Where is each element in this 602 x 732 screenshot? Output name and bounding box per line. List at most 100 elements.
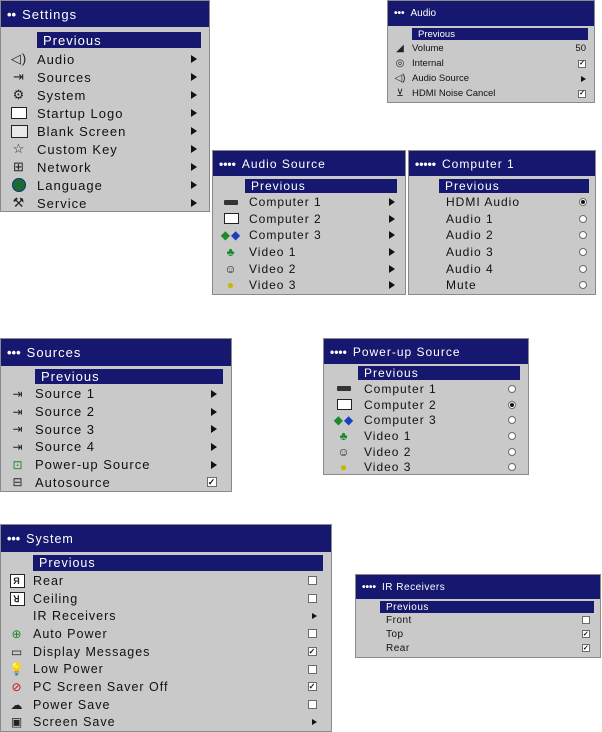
system-item-auto-power[interactable]: ⊕ Auto Power bbox=[1, 625, 331, 643]
audio-source-item-video-2[interactable]: ☺ Video 2 bbox=[213, 260, 405, 277]
system-item-rear[interactable]: Я Rear bbox=[1, 572, 331, 590]
rear-checkbox[interactable] bbox=[308, 576, 317, 586]
radio-unselected[interactable] bbox=[579, 248, 587, 257]
system-title-bar: ••• System bbox=[1, 525, 331, 552]
settings-item-startup-logo[interactable]: Startup Logo bbox=[1, 104, 209, 122]
sources-item-source-3[interactable]: ⇥ Source 3 bbox=[1, 420, 231, 438]
audio-source-item-computer-3[interactable]: ◆ ◆ Computer 3 bbox=[213, 227, 405, 244]
computer-1-option-mute[interactable]: Mute bbox=[409, 277, 595, 294]
radio-unselected[interactable] bbox=[579, 214, 587, 223]
power-up-option-video-3[interactable]: ● Video 3 bbox=[324, 459, 528, 475]
radio-unselected[interactable] bbox=[508, 447, 516, 456]
radio-unselected[interactable] bbox=[579, 281, 587, 290]
computer-1-option-hdmi-audio[interactable]: HDMI Audio bbox=[409, 194, 595, 211]
item-label: Internal bbox=[412, 58, 444, 69]
power-up-option-computer-1[interactable]: Computer 1 bbox=[324, 381, 528, 397]
computer-1-option-audio-2[interactable]: Audio 2 bbox=[409, 227, 595, 244]
settings-item-sources[interactable]: ⇥ Sources bbox=[1, 68, 209, 86]
previous-button[interactable]: Previous bbox=[358, 366, 520, 380]
ir-item-rear[interactable]: Rear ✓ bbox=[356, 641, 600, 655]
audio-item-internal[interactable]: ◎ Internal ✓ bbox=[388, 56, 594, 71]
logo-icon bbox=[1, 104, 37, 122]
auto-power-checkbox[interactable] bbox=[308, 629, 317, 639]
radio-unselected[interactable] bbox=[579, 264, 587, 273]
audio-source-item-computer-2[interactable]: Computer 2 bbox=[213, 211, 405, 228]
sources-item-source-2[interactable]: ⇥ Source 2 bbox=[1, 403, 231, 421]
display-messages-checkbox[interactable]: ✓ bbox=[308, 647, 317, 657]
radio-selected[interactable] bbox=[579, 198, 587, 207]
radio-unselected[interactable] bbox=[508, 431, 516, 440]
audio-item-volume[interactable]: ◢ Volume 50 bbox=[388, 41, 594, 56]
front-checkbox[interactable] bbox=[582, 616, 590, 624]
item-label: Video 2 bbox=[364, 444, 412, 459]
autosource-checkbox[interactable]: ✓ bbox=[207, 477, 217, 488]
audio-source-item-computer-1[interactable]: Computer 1 bbox=[213, 194, 405, 211]
top-checkbox[interactable]: ✓ bbox=[582, 630, 590, 638]
system-item-ir-receivers[interactable]: IR Receivers bbox=[1, 607, 331, 625]
hdmi-noise-cancel-checkbox[interactable]: ✓ bbox=[578, 89, 586, 98]
computer-1-option-audio-1[interactable]: Audio 1 bbox=[409, 211, 595, 228]
sources-item-source-1[interactable]: ⇥ Source 1 bbox=[1, 385, 231, 403]
rear-checkbox[interactable]: ✓ bbox=[582, 644, 590, 652]
settings-item-blank-screen[interactable]: Blank Screen bbox=[1, 122, 209, 140]
settings-item-audio[interactable]: ◁) Audio bbox=[1, 50, 209, 68]
menu-depth-dots: •••• bbox=[330, 344, 347, 359]
radio-unselected[interactable] bbox=[579, 231, 587, 240]
no-screen-saver-icon: ⊘ bbox=[11, 679, 23, 694]
computer-1-option-audio-3[interactable]: Audio 3 bbox=[409, 244, 595, 261]
menu-depth-dots: •• bbox=[7, 6, 17, 22]
radio-selected[interactable] bbox=[508, 400, 516, 409]
power-up-option-video-2[interactable]: ☺ Video 2 bbox=[324, 444, 528, 460]
settings-item-network[interactable]: ⊞ Network bbox=[1, 158, 209, 176]
previous-button[interactable]: Previous bbox=[439, 179, 589, 193]
system-item-low-power[interactable]: 💡 Low Power bbox=[1, 660, 331, 678]
radio-unselected[interactable] bbox=[508, 384, 516, 393]
audio-item-hdmi-noise-cancel[interactable]: ⊻ HDMI Noise Cancel ✓ bbox=[388, 86, 594, 101]
power-up-option-computer-2[interactable]: Computer 2 bbox=[324, 397, 528, 413]
monitor-icon bbox=[324, 397, 364, 412]
globe-icon bbox=[1, 176, 37, 194]
audio-source-item-video-1[interactable]: ♣ Video 1 bbox=[213, 244, 405, 261]
system-item-power-save[interactable]: ☁ Power Save bbox=[1, 696, 331, 714]
settings-item-system[interactable]: ⚙ System bbox=[1, 86, 209, 104]
radio-unselected[interactable] bbox=[508, 416, 516, 425]
previous-button[interactable]: Previous bbox=[380, 601, 594, 613]
low-power-checkbox[interactable] bbox=[308, 664, 317, 674]
audio-source-item-video-3[interactable]: ● Video 3 bbox=[213, 277, 405, 294]
lightbulb-icon: 💡 bbox=[9, 662, 25, 677]
pc-screen-saver-off-checkbox[interactable]: ✓ bbox=[308, 682, 317, 692]
previous-button[interactable]: Previous bbox=[37, 32, 201, 48]
system-item-ceiling[interactable]: ꓤ Ceiling bbox=[1, 590, 331, 608]
previous-button[interactable]: Previous bbox=[245, 179, 397, 193]
power-save-checkbox[interactable] bbox=[308, 700, 317, 710]
settings-item-custom-key[interactable]: ☆ Custom Key bbox=[1, 140, 209, 158]
item-label: Screen Save bbox=[33, 715, 116, 730]
item-label: Computer 1 bbox=[249, 195, 322, 210]
sources-item-power-up-source[interactable]: ⊡ Power-up Source bbox=[1, 456, 231, 474]
ir-item-front[interactable]: Front bbox=[356, 613, 600, 627]
radio-unselected[interactable] bbox=[508, 463, 516, 472]
system-item-display-messages[interactable]: ▭ Display Messages ✓ bbox=[1, 643, 331, 661]
previous-button[interactable]: Previous bbox=[412, 28, 588, 40]
item-label: Source 1 bbox=[35, 386, 96, 402]
submenu-arrow-icon bbox=[191, 127, 197, 135]
previous-button[interactable]: Previous bbox=[33, 555, 323, 571]
item-label: Rear bbox=[33, 573, 65, 588]
system-item-screen-save[interactable]: ▣ Screen Save bbox=[1, 714, 331, 732]
settings-item-service[interactable]: ⚒ Service bbox=[1, 194, 209, 212]
audio-item-audio-source[interactable]: ◁) Audio Source bbox=[388, 71, 594, 86]
sources-item-autosource[interactable]: ⊟ Autosource ✓ bbox=[1, 473, 231, 491]
power-up-option-video-1[interactable]: ♣ Video 1 bbox=[324, 428, 528, 444]
ir-item-top[interactable]: Top ✓ bbox=[356, 627, 600, 641]
internal-checkbox[interactable]: ✓ bbox=[578, 59, 586, 68]
ceiling-checkbox[interactable] bbox=[308, 594, 317, 604]
sources-item-source-4[interactable]: ⇥ Source 4 bbox=[1, 438, 231, 456]
system-item-pc-screen-saver-off[interactable]: ⊘ PC Screen Saver Off ✓ bbox=[1, 678, 331, 696]
computer-1-option-audio-4[interactable]: Audio 4 bbox=[409, 260, 595, 277]
message-bubble-icon: ▭ bbox=[10, 644, 24, 659]
submenu-arrow-icon bbox=[581, 75, 586, 82]
previous-button[interactable]: Previous bbox=[35, 369, 223, 384]
settings-item-language[interactable]: Language bbox=[1, 176, 209, 194]
item-label: Power-up Source bbox=[35, 457, 151, 473]
power-up-option-computer-3[interactable]: ◆ ◆ Computer 3 bbox=[324, 412, 528, 428]
